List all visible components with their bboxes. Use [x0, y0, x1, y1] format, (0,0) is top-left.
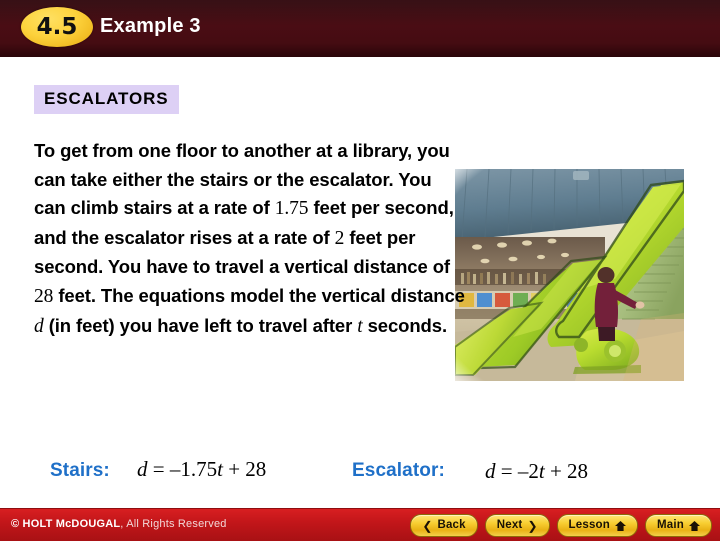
problem-text-segment: (in feet) you have left to travel after	[43, 314, 358, 336]
equations-row: Stairs: d = –1.75t + 28 Escalator: d = –…	[0, 447, 720, 492]
footer-navigation: ❮ Back Next ❯ Lesson Main	[410, 514, 712, 537]
stairs-label: Stairs:	[50, 460, 110, 481]
escalator-photo	[455, 169, 684, 381]
copyright-holder: © HOLT McDOUGAL	[11, 518, 121, 530]
copyright-text: © HOLT McDOUGAL, All Rights Reserved	[11, 518, 227, 530]
escalator-eq-equals: =	[495, 459, 518, 483]
escalator-eq-constant: 28	[567, 459, 589, 483]
page-title: Example 3	[100, 15, 201, 37]
title-bar: 4.5 Example 3	[0, 0, 720, 57]
lesson-number-badge: 4.5	[21, 7, 93, 47]
footer-bar: © HOLT McDOUGAL, All Rights Reserved ❮ B…	[0, 508, 720, 541]
chevron-left-icon: ❮	[422, 518, 433, 533]
main-button-label: Main	[657, 518, 684, 531]
escalator-eq-plus: +	[544, 459, 568, 483]
topic-label: ESCALATORS	[34, 85, 179, 114]
escalator-label: Escalator:	[352, 460, 445, 481]
stairs-eq-coefficient: –1.75	[169, 457, 218, 481]
variable-d: d	[34, 315, 44, 337]
problem-statement: To get from one floor to another at a li…	[34, 137, 466, 341]
slide-content: ESCALATORS To get from one floor to anot…	[0, 57, 720, 497]
lesson-button-label: Lesson	[568, 518, 610, 531]
problem-text-segment: seconds.	[362, 314, 448, 336]
copyright-rights: , All Rights Reserved	[120, 518, 227, 530]
home-icon	[689, 520, 700, 531]
escalator-photo-image	[455, 169, 684, 381]
stairs-eq-variable: d	[137, 457, 148, 481]
back-button-label: Back	[437, 518, 466, 531]
escalator-equation: d = –2t + 28	[485, 459, 588, 484]
stairs-eq-equals: =	[147, 457, 170, 481]
main-button[interactable]: Main	[645, 514, 712, 537]
home-icon	[615, 520, 626, 531]
next-button-label: Next	[496, 518, 523, 531]
problem-text-segment: feet. The equations model the vertical d…	[53, 284, 465, 306]
escalator-eq-variable: d	[485, 459, 496, 483]
stairs-eq-plus: +	[222, 457, 246, 481]
total-distance-value: 28	[34, 285, 54, 307]
stairs-equation: d = –1.75t + 28	[137, 457, 266, 482]
rate-escalator-value: 2	[334, 227, 345, 249]
stairs-eq-constant: 28	[245, 457, 267, 481]
rate-stairs-value: 1.75	[274, 198, 309, 220]
escalator-photo-svg	[455, 169, 684, 381]
lesson-button[interactable]: Lesson	[556, 514, 638, 537]
chevron-right-icon: ❯	[527, 518, 538, 533]
back-button[interactable]: ❮ Back	[410, 514, 478, 537]
lesson-number-label: 4.5	[36, 13, 78, 40]
escalator-eq-coefficient: –2	[517, 459, 539, 483]
next-button[interactable]: Next ❯	[484, 514, 550, 537]
